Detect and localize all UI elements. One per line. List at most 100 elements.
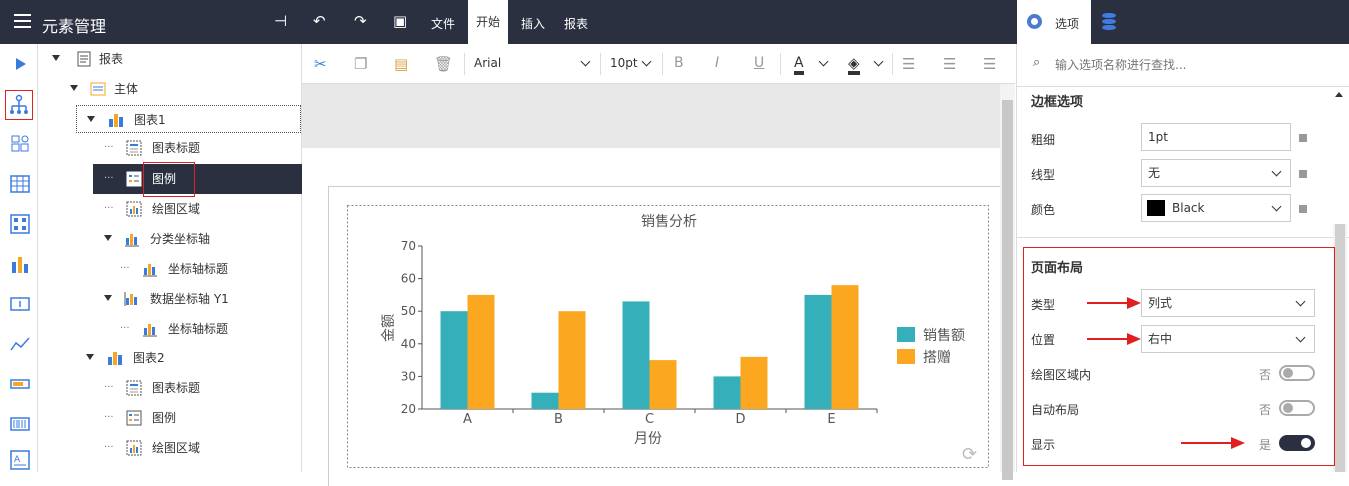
legend-label: 销售额 <box>923 328 965 344</box>
size-dropdown-icon[interactable] <box>641 56 652 67</box>
chart-icon <box>108 352 122 365</box>
cut-icon[interactable]: ✂ <box>314 55 327 73</box>
copy-icon[interactable]: ❐ <box>354 55 367 73</box>
size-select[interactable]: 10pt <box>610 56 638 70</box>
delete-icon[interactable]: 🗑 <box>434 55 453 73</box>
thickness-reset[interactable] <box>1299 134 1307 142</box>
x-tick-label: B <box>554 412 563 427</box>
tree-node-chart2-title[interactable]: ··· 图表标题 <box>100 374 300 402</box>
refresh-icon[interactable]: ⟳ <box>962 444 977 465</box>
textbox-icon[interactable] <box>10 294 30 314</box>
tree-node-category-axis-title[interactable]: ··· 坐标轴标题 <box>118 255 300 283</box>
layout-highlight-box <box>1023 247 1335 466</box>
fill-color-dropdown-icon[interactable] <box>873 56 884 67</box>
x-tick-label: C <box>645 412 654 427</box>
layout-position-value: 右中 <box>1148 332 1173 346</box>
x-axis-label: 月份 <box>634 431 662 447</box>
x-tick-label: A <box>463 412 472 427</box>
tree-node-chart2-legend[interactable]: ··· 图例 <box>100 404 300 432</box>
tree-node-label: 坐标轴标题 <box>168 262 229 276</box>
barcode-icon[interactable] <box>10 414 30 434</box>
tree-view-icon[interactable] <box>5 90 33 120</box>
x-tick-label: D <box>735 412 745 427</box>
tree-node-value-axis[interactable]: 数据坐标轴 Y1 <box>100 285 300 313</box>
align-left-icon[interactable]: ☰ <box>902 55 915 73</box>
menu-start[interactable]: 开始 <box>468 0 508 44</box>
tree-node-chart2-plot-area[interactable]: ··· 绘图区域 <box>100 434 300 462</box>
play-icon[interactable] <box>10 54 30 74</box>
layout-position-select[interactable]: 右中 <box>1141 325 1315 353</box>
thickness-input[interactable]: 1pt <box>1141 123 1291 151</box>
underline-button[interactable]: U <box>754 55 764 71</box>
bar-B-2 <box>558 311 586 409</box>
rich-text-icon[interactable]: A <box>10 450 30 470</box>
menu-file[interactable]: 文件 <box>431 15 455 32</box>
options-tab-label: 选项 <box>1055 17 1080 31</box>
layout-type-select[interactable]: 列式 <box>1141 289 1315 317</box>
show-label: 显示 <box>1031 438 1056 452</box>
progress-icon[interactable] <box>10 374 30 394</box>
line-chart-icon[interactable] <box>10 334 30 354</box>
in-plot-toggle[interactable] <box>1279 365 1315 381</box>
align-center-icon[interactable]: ☰ <box>943 55 956 73</box>
hamburger-menu-icon[interactable] <box>14 14 31 28</box>
show-toggle[interactable] <box>1279 435 1315 451</box>
layout-type-label: 类型 <box>1031 298 1056 312</box>
canvas-scrollbar[interactable] <box>1000 84 1015 480</box>
options-tab[interactable]: 选项 <box>1017 0 1091 44</box>
font-value: Arial <box>474 56 502 70</box>
line-style-select[interactable]: 无 <box>1141 159 1291 187</box>
arrow-annotation <box>1087 297 1141 309</box>
y-tick-label: 50 <box>401 304 416 318</box>
value-axis-icon <box>124 292 137 306</box>
tree-node-report[interactable]: 报表 <box>50 45 300 73</box>
color-select[interactable]: Black <box>1141 194 1291 222</box>
font-color-button[interactable]: A <box>794 55 804 75</box>
undo-icon[interactable]: ↶ <box>313 12 326 30</box>
color-reset[interactable] <box>1299 205 1307 213</box>
layout-type-value: 列式 <box>1148 296 1173 310</box>
save-icon[interactable]: ▣ <box>393 12 407 30</box>
legend-label: 搭赠 <box>923 350 951 366</box>
database-icon[interactable] <box>1102 13 1116 30</box>
font-color-dropdown-icon[interactable] <box>818 56 829 67</box>
bar-chart-icon[interactable] <box>10 254 30 274</box>
collapse-up-icon[interactable] <box>1335 92 1343 97</box>
line-style-reset[interactable] <box>1299 170 1307 178</box>
menu-report[interactable]: 报表 <box>564 15 588 32</box>
tree-node-chart-title[interactable]: ··· 图表标题 <box>100 134 300 162</box>
bar-D-1 <box>713 376 741 409</box>
tree-node-value-axis-title[interactable]: ··· 坐标轴标题 <box>118 315 300 343</box>
format-toolbar: ✂ ❐ ▤ 🗑 Arial 10pt B I U A ◈ ☰ ☰ ☰ <box>302 44 1015 84</box>
option-search[interactable]: ⌕ <box>1025 52 1340 78</box>
bold-button[interactable]: B <box>674 55 684 71</box>
tree-node-legend[interactable]: ··· 图例 <box>100 165 300 193</box>
chevron-down-icon <box>1295 332 1306 343</box>
bar-chart[interactable]: 20 30 40 50 60 70 A B C D E 销售额搭赠 销售分析 月份 金额 <box>347 205 990 470</box>
pin-icon[interactable]: ⊣ <box>274 12 287 30</box>
font-dropdown-icon[interactable] <box>580 56 591 67</box>
tree-node-body[interactable]: 主体 <box>68 75 300 103</box>
redo-icon[interactable]: ↷ <box>354 12 367 30</box>
font-select[interactable]: Arial <box>474 56 501 70</box>
component-icon[interactable] <box>10 134 30 154</box>
matrix-icon[interactable] <box>10 214 30 234</box>
x-tick-label: E <box>827 412 835 427</box>
tree-node-label: 图例 <box>152 411 177 425</box>
menu-insert[interactable]: 插入 <box>521 15 545 32</box>
tree-node-category-axis[interactable]: 分类坐标轴 <box>100 225 300 253</box>
paste-icon[interactable]: ▤ <box>394 55 408 73</box>
report-page-icon <box>77 51 91 67</box>
auto-layout-toggle[interactable] <box>1279 400 1315 416</box>
tree-node-plot-area[interactable]: ··· 绘图区域 <box>100 195 300 223</box>
align-right-icon[interactable]: ☰ <box>983 55 996 73</box>
fill-color-icon[interactable]: ◈ <box>848 55 860 75</box>
tree-node-chart1[interactable]: 图表1 <box>76 105 301 133</box>
bar-B-1 <box>531 392 559 409</box>
bar-C-2 <box>649 360 677 409</box>
table-icon[interactable] <box>10 174 30 194</box>
y-axis-label: 金额 <box>381 314 397 342</box>
option-search-input[interactable] <box>1055 52 1335 78</box>
tree-node-chart2[interactable]: 图表2 <box>84 344 300 372</box>
italic-button[interactable]: I <box>715 55 719 71</box>
